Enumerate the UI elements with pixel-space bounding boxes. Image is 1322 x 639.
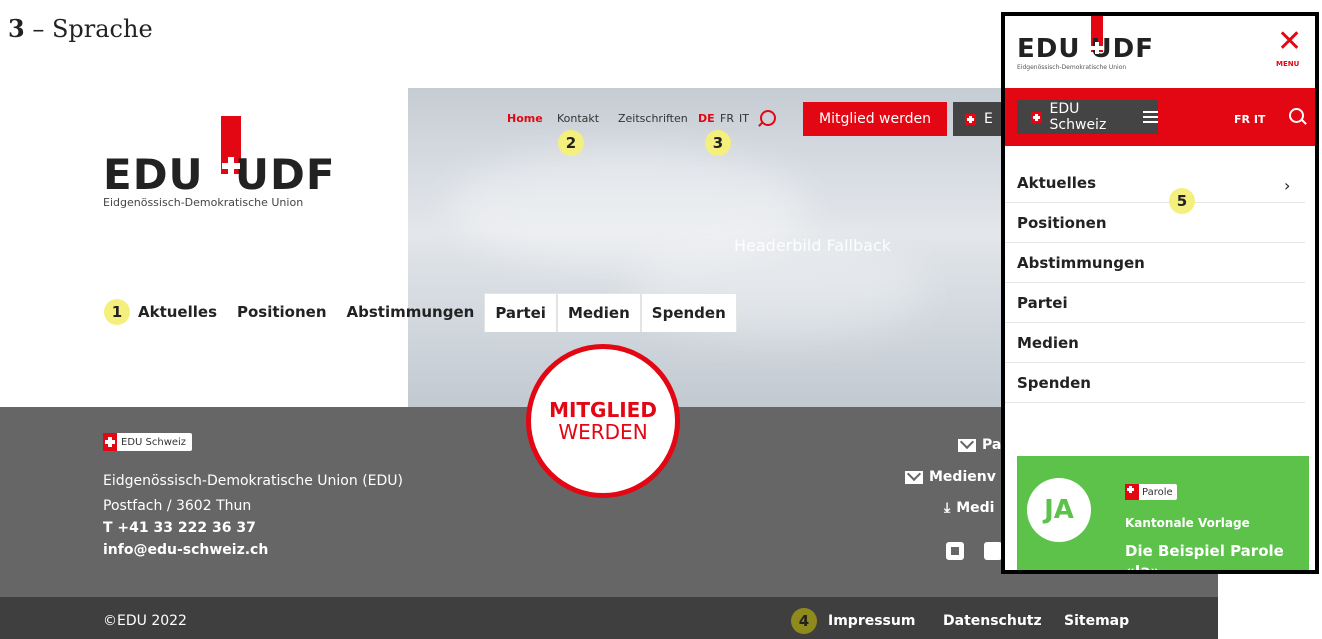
envelope-icon (905, 470, 923, 484)
parole-badge: Parole (1125, 484, 1177, 500)
annotation-marker-2: 2 (558, 130, 584, 156)
caption-text: – Sprache (24, 15, 153, 43)
annotation-marker-3: 3 (705, 130, 731, 156)
mitglied-werden-button[interactable]: Mitglied werden (803, 102, 947, 136)
close-icon[interactable]: ✕ (1277, 27, 1302, 60)
lang-fr-link[interactable]: FR (720, 112, 734, 125)
footer-org-name: Eidgenössisch-Demokratische Union (EDU) (103, 473, 403, 489)
hamburger-icon (1142, 116, 1159, 118)
footer-sitemap-link[interactable]: Sitemap (1064, 613, 1129, 629)
header-image: Headerbild Fallback (408, 88, 1002, 408)
footer-right-link-2[interactable]: Medienv (905, 469, 996, 485)
parole-ja-circle: JA (1027, 478, 1091, 542)
footer-email-link[interactable]: info@edu-schweiz.ch (103, 542, 268, 558)
mainnav-aktuelles[interactable]: Aktuelles (128, 293, 227, 331)
mainnav-positionen[interactable]: Positionen (227, 293, 337, 331)
logo-subtitle: Eidgenössisch-Demokratische Union (103, 196, 304, 209)
site-logo[interactable]: EDU UDF (103, 150, 336, 199)
header-image-label: Headerbild Fallback (734, 236, 891, 255)
mobile-site-logo[interactable]: EDU UDF (1017, 34, 1154, 64)
mainnav-medien[interactable]: Medien (556, 293, 641, 332)
circle-line-2: WERDEN (558, 420, 648, 444)
footer-edu-badge: EDU Schweiz (103, 433, 193, 451)
nav-zeitschriften-link[interactable]: Zeitschriften (618, 112, 688, 125)
chevron-right-icon[interactable]: › (1284, 176, 1290, 195)
footer-right-link-1[interactable]: Pa (958, 437, 1001, 453)
footer-datenschutz-link[interactable]: Datenschutz (943, 613, 1042, 629)
mitglied-werden-circle-button[interactable]: MITGLIED WERDEN (526, 344, 680, 498)
nav-home-link[interactable]: Home (507, 112, 543, 125)
edu-button-label: E (984, 111, 993, 127)
swiss-flag-icon (1125, 484, 1139, 500)
lang-de-link[interactable]: DE (698, 112, 715, 125)
lang-it-link[interactable]: IT (739, 112, 749, 125)
footer-impressum-link[interactable]: Impressum (828, 613, 915, 629)
mobile-menu-item-partei[interactable]: Partei (1005, 283, 1305, 323)
main-navigation: 1 Aktuelles Positionen Abstimmungen Part… (104, 293, 737, 332)
mainnav-abstimmungen[interactable]: Abstimmungen (337, 293, 485, 331)
annotation-marker-1: 1 (104, 299, 130, 325)
download-icon: ⤓ (944, 500, 951, 516)
edu-schweiz-button[interactable]: E (953, 102, 1003, 136)
parole-title-line-2: «Ja» (1125, 562, 1161, 574)
mobile-menu-item-medien[interactable]: Medien (1005, 323, 1305, 363)
footer-address: Postfach / 3602 Thun (103, 498, 252, 514)
page-caption: 3 – Sprache (8, 14, 153, 43)
search-icon[interactable] (760, 110, 776, 126)
mobile-menu-item-abstimmungen[interactable]: Abstimmungen (1005, 243, 1305, 283)
twitter-icon[interactable] (984, 542, 1002, 560)
mobile-edu-schweiz-button[interactable]: EDU Schweiz (1017, 100, 1159, 134)
envelope-icon (958, 438, 976, 452)
mobile-menu-panel: EDU UDF Eidgenössisch-Demokratische Unio… (1001, 12, 1319, 574)
youtube-icon[interactable] (946, 542, 964, 560)
mobile-menu-item-aktuelles[interactable]: Aktuelles (1005, 163, 1305, 203)
parole-title: Die Beispiel Parole (1125, 542, 1284, 560)
swiss-flag-icon (965, 113, 976, 125)
nav-kontakt-link[interactable]: Kontakt (557, 112, 599, 125)
footer-right-link-3[interactable]: ⤓ Medi (944, 500, 994, 516)
mobile-logo-subtitle: Eidgenössisch-Demokratische Union (1017, 64, 1127, 71)
mobile-lang-links[interactable]: FR IT (1234, 113, 1265, 126)
annotation-marker-4: 4 (791, 608, 817, 634)
mainnav-partei[interactable]: Partei (484, 293, 557, 332)
circle-line-1: MITGLIED (549, 398, 657, 422)
parole-kind: Kantonale Vorlage (1125, 516, 1250, 530)
swiss-flag-icon (103, 433, 117, 451)
footer-phone[interactable]: T +41 33 222 36 37 (103, 520, 256, 536)
mobile-search-icon[interactable] (1289, 108, 1304, 123)
swiss-flag-icon (1031, 111, 1042, 123)
caption-number: 3 (8, 14, 25, 43)
mobile-menu-item-spenden[interactable]: Spenden (1005, 363, 1305, 403)
mainnav-spenden[interactable]: Spenden (640, 293, 737, 332)
menu-label[interactable]: MENU (1276, 60, 1299, 68)
footer-copyright: ©EDU 2022 (103, 613, 187, 629)
mobile-menu-item-positionen[interactable]: Positionen (1005, 203, 1305, 243)
